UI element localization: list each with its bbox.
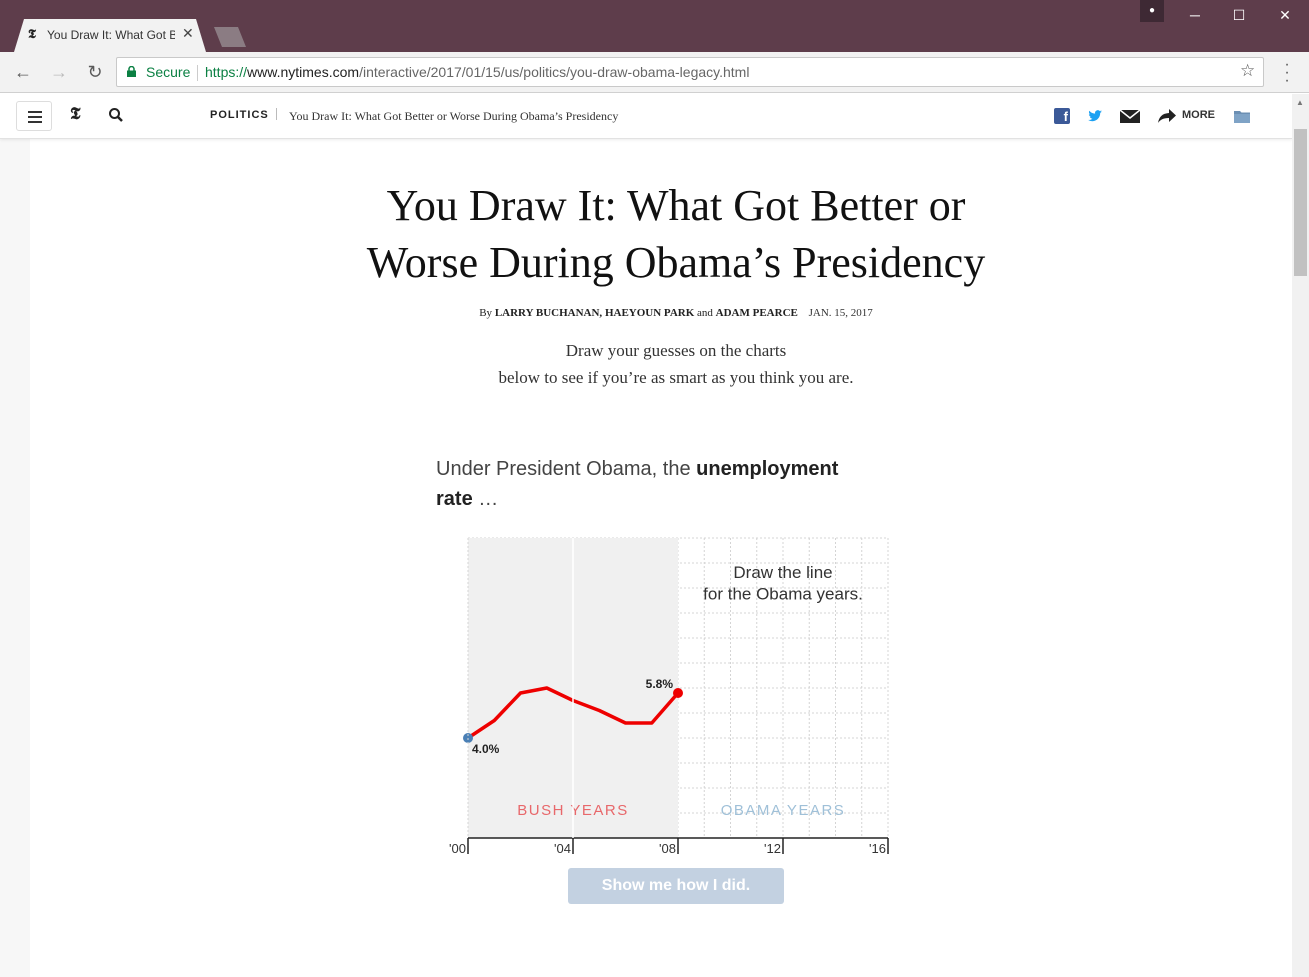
intro-text: Draw your guesses on the charts below to… bbox=[376, 337, 976, 391]
section-link[interactable]: POLITICS bbox=[210, 109, 269, 121]
x-tick-label: '08 bbox=[659, 841, 676, 856]
x-axis: '00 '04 '08 '12 '16 bbox=[449, 837, 889, 856]
x-tick-label: '12 bbox=[764, 841, 781, 856]
omnibox-divider bbox=[197, 65, 198, 81]
browser-tab[interactable]: 𝕿 You Draw It: What Got B ✕ bbox=[14, 19, 206, 52]
more-button[interactable]: MORE bbox=[1182, 109, 1215, 121]
x-tick-label: '00 bbox=[449, 841, 466, 856]
share-arrow-icon[interactable] bbox=[1157, 108, 1177, 124]
header-article-title: You Draw It: What Got Better or Worse Du… bbox=[289, 109, 619, 123]
hamburger-menu-icon[interactable] bbox=[16, 101, 52, 131]
url-path: /interactive/2017/01/15/us/politics/you-… bbox=[359, 64, 750, 80]
end-value-label: 5.8% bbox=[646, 677, 674, 691]
question-suffix: … bbox=[478, 488, 499, 510]
twitter-icon[interactable] bbox=[1087, 108, 1103, 124]
email-icon[interactable] bbox=[1120, 108, 1140, 124]
scroll-thumb[interactable] bbox=[1294, 129, 1307, 276]
nyt-logo-icon[interactable]: 𝕿 bbox=[70, 104, 80, 124]
obama-years-label: OBAMA YEARS bbox=[721, 802, 846, 819]
header-divider bbox=[276, 108, 277, 120]
url-text: https://www.nytimes.com/interactive/2017… bbox=[205, 64, 749, 80]
maximize-button[interactable]: ☐ bbox=[1216, 0, 1262, 30]
bookmark-star-icon[interactable]: ☆ bbox=[1240, 61, 1255, 81]
headline-line-1: You Draw It: What Got Better or bbox=[386, 181, 966, 230]
author-link[interactable]: ADAM PEARCE bbox=[716, 307, 798, 319]
secure-label: Secure bbox=[146, 64, 191, 80]
author-link[interactable]: LARRY BUCHANAN, bbox=[495, 307, 602, 319]
page-content: You Draw It: What Got Better or Worse Du… bbox=[30, 94, 1292, 977]
byline: By LARRY BUCHANAN, HAEYOUN PARK and ADAM… bbox=[326, 307, 1026, 319]
page-scrollbar[interactable]: ▲ bbox=[1292, 94, 1309, 977]
tab-title: You Draw It: What Got B bbox=[47, 28, 175, 42]
browser-titlebar: 𝕿 You Draw It: What Got B ✕ ● ─ ☐ ✕ bbox=[0, 0, 1309, 52]
site-header: 𝕿 POLITICS You Draw It: What Got Better … bbox=[0, 94, 1292, 139]
profile-icon[interactable]: ● bbox=[1140, 0, 1164, 22]
new-tab-button[interactable] bbox=[214, 27, 246, 47]
url-host: www.nytimes.com bbox=[247, 64, 360, 80]
url-scheme: https:// bbox=[205, 64, 248, 80]
page-title: You Draw It: What Got Better or Worse Du… bbox=[326, 177, 1026, 291]
address-bar[interactable]: Secure https://www.nytimes.com/interacti… bbox=[116, 57, 1264, 87]
intro-line-2: below to see if you’re as smart as you t… bbox=[498, 368, 854, 387]
facebook-icon[interactable]: f bbox=[1054, 108, 1070, 124]
publish-date: JAN. 15, 2017 bbox=[808, 307, 873, 319]
end-point bbox=[673, 688, 683, 698]
lock-icon bbox=[127, 66, 136, 77]
draw-instruction-line-2: for the Obama years. bbox=[703, 584, 863, 603]
headline-line-2: Worse During Obama’s Presidency bbox=[366, 238, 986, 287]
author-link[interactable]: HAEYOUN PARK bbox=[605, 307, 694, 319]
minimize-button[interactable]: ─ bbox=[1172, 0, 1218, 30]
draw-instruction-line-1: Draw the line bbox=[733, 563, 832, 582]
byline-prefix: By bbox=[479, 307, 493, 319]
close-window-button[interactable]: ✕ bbox=[1262, 0, 1308, 30]
nyt-favicon-icon: 𝕿 bbox=[28, 27, 36, 42]
question-prefix: Under President Obama, the bbox=[436, 458, 691, 480]
intro-line-1: Draw your guesses on the charts bbox=[565, 341, 787, 360]
tab-close-icon[interactable]: ✕ bbox=[182, 25, 194, 42]
save-folder-icon[interactable] bbox=[1234, 108, 1250, 124]
back-arrow-icon[interactable]: ← bbox=[11, 60, 35, 84]
start-value-label: 4.0% bbox=[472, 742, 500, 756]
you-draw-it-chart[interactable]: BUSH YEARS OBAMA YEARS Draw the line for … bbox=[430, 526, 900, 856]
search-icon[interactable] bbox=[108, 107, 124, 123]
x-tick-label: '04 bbox=[554, 841, 571, 856]
reload-icon[interactable]: ↻ bbox=[83, 60, 107, 84]
forward-arrow-icon[interactable]: → bbox=[47, 60, 71, 84]
browser-menu-icon[interactable]: · · · bbox=[1277, 57, 1297, 89]
show-me-button[interactable]: Show me how I did. bbox=[568, 868, 784, 904]
x-tick-label: '16 bbox=[869, 841, 886, 856]
chart-question: Under President Obama, the unemployment … bbox=[436, 454, 876, 514]
page-viewport: You Draw It: What Got Better or Worse Du… bbox=[0, 94, 1309, 977]
byline-and: and bbox=[697, 307, 713, 319]
scroll-up-arrow-icon[interactable]: ▲ bbox=[1296, 98, 1304, 107]
browser-toolbar: ← → ↻ Secure https://www.nytimes.com/int… bbox=[0, 52, 1309, 93]
